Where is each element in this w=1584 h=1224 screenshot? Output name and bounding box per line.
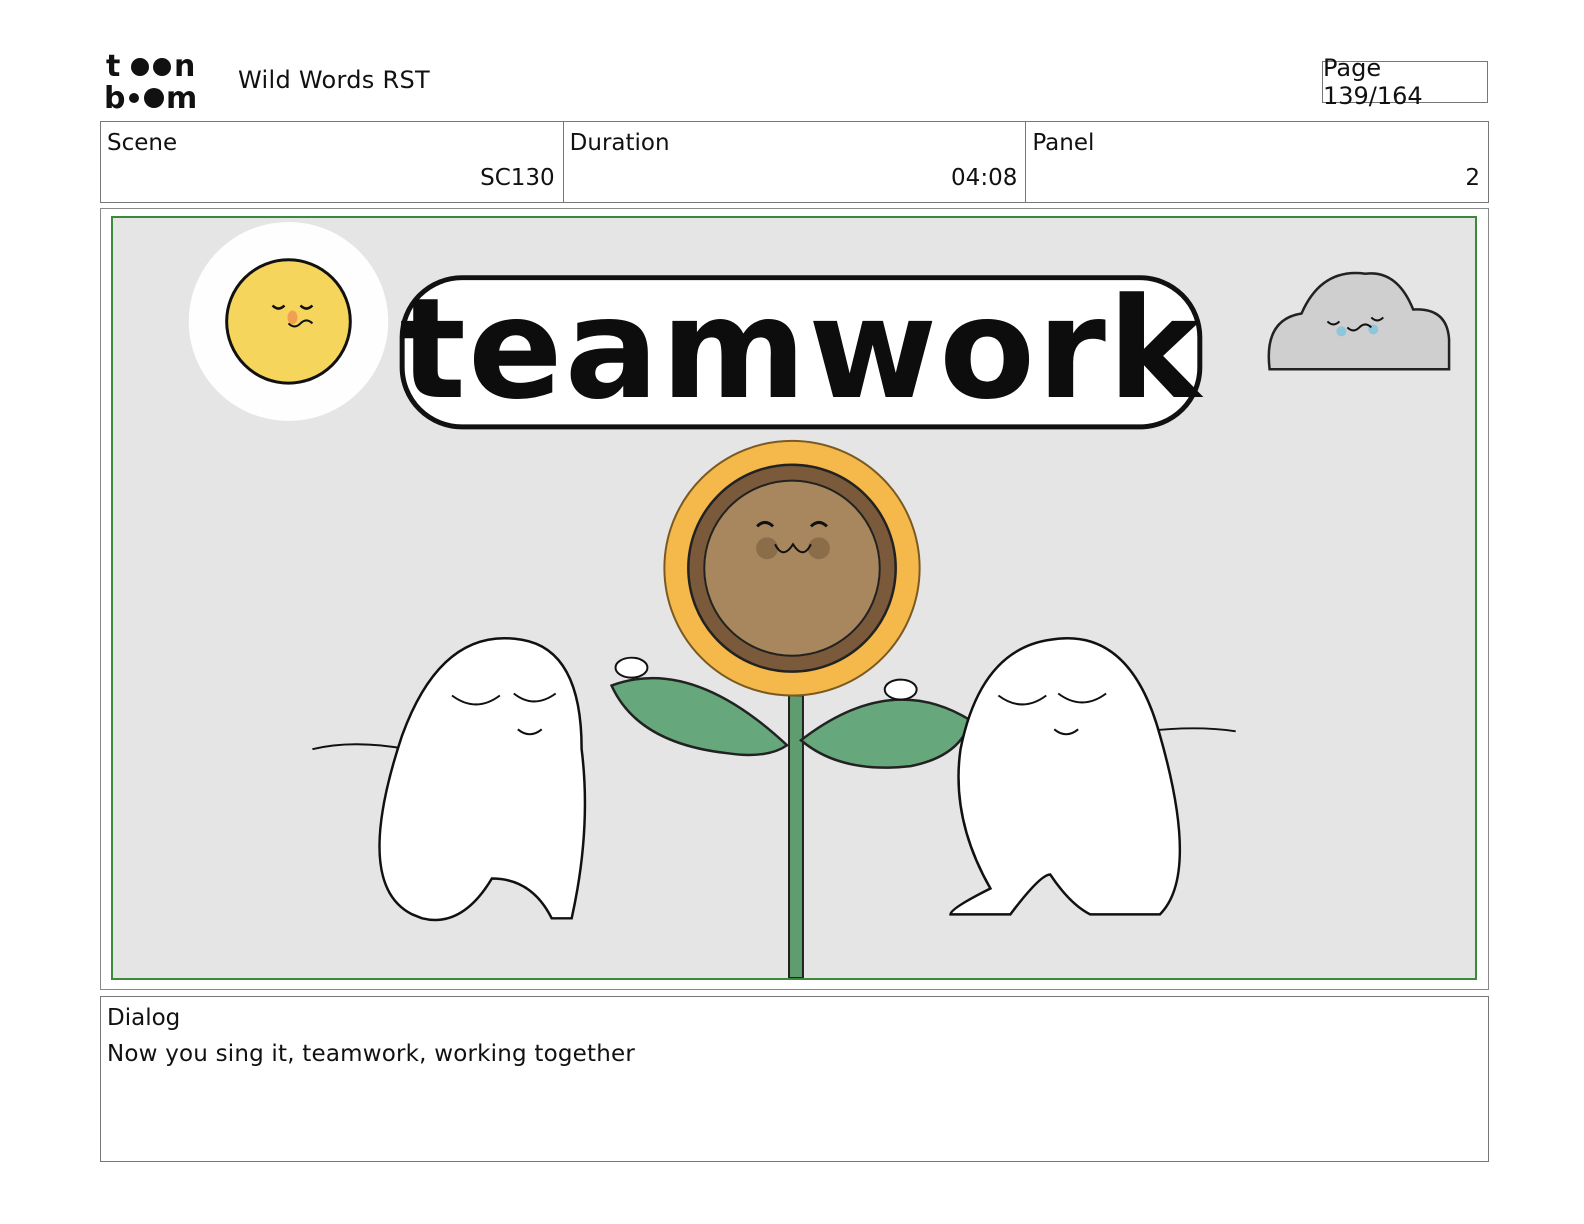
- svg-text:b: b: [104, 81, 125, 112]
- page-indicator: Page 139/164: [1322, 54, 1488, 110]
- scene-cell: Scene SC130: [101, 122, 564, 202]
- panel-value: 2: [1465, 165, 1481, 191]
- duration-value: 04:08: [951, 165, 1018, 191]
- panel-info-row: Scene SC130 Duration 04:08 Panel 2: [100, 121, 1489, 203]
- panel-cell: Panel 2: [1026, 122, 1488, 202]
- dialog-label: Dialog: [107, 1005, 181, 1031]
- duration-cell: Duration 04:08: [564, 122, 1027, 202]
- dialog-box: Dialog Now you sing it, teamwork, workin…: [100, 996, 1489, 1162]
- project-title: Wild Words RST: [238, 66, 430, 94]
- panel-frame: teamwork: [100, 208, 1489, 990]
- panel-label: Panel: [1032, 130, 1095, 156]
- sun-icon: [188, 221, 389, 421]
- svg-text:t: t: [106, 50, 120, 84]
- teamwork-title-text: teamwork: [399, 268, 1204, 430]
- storyboard-illustration: teamwork: [113, 218, 1475, 978]
- duration-label: Duration: [569, 130, 670, 156]
- svg-text:n: n: [174, 50, 195, 84]
- toon-boom-logo: t n b m: [104, 50, 216, 112]
- dialog-text: Now you sing it, teamwork, working toget…: [107, 1041, 635, 1067]
- panel-image: teamwork: [111, 216, 1477, 980]
- scene-value: SC130: [480, 165, 555, 191]
- svg-text:m: m: [166, 81, 197, 112]
- scene-label: Scene: [107, 130, 178, 156]
- storyboard-page: t n b m Wild Words RST Page 139/164 Scen…: [0, 0, 1584, 1224]
- teamwork-title: teamwork: [399, 268, 1204, 430]
- sunflower-icon: [663, 439, 921, 697]
